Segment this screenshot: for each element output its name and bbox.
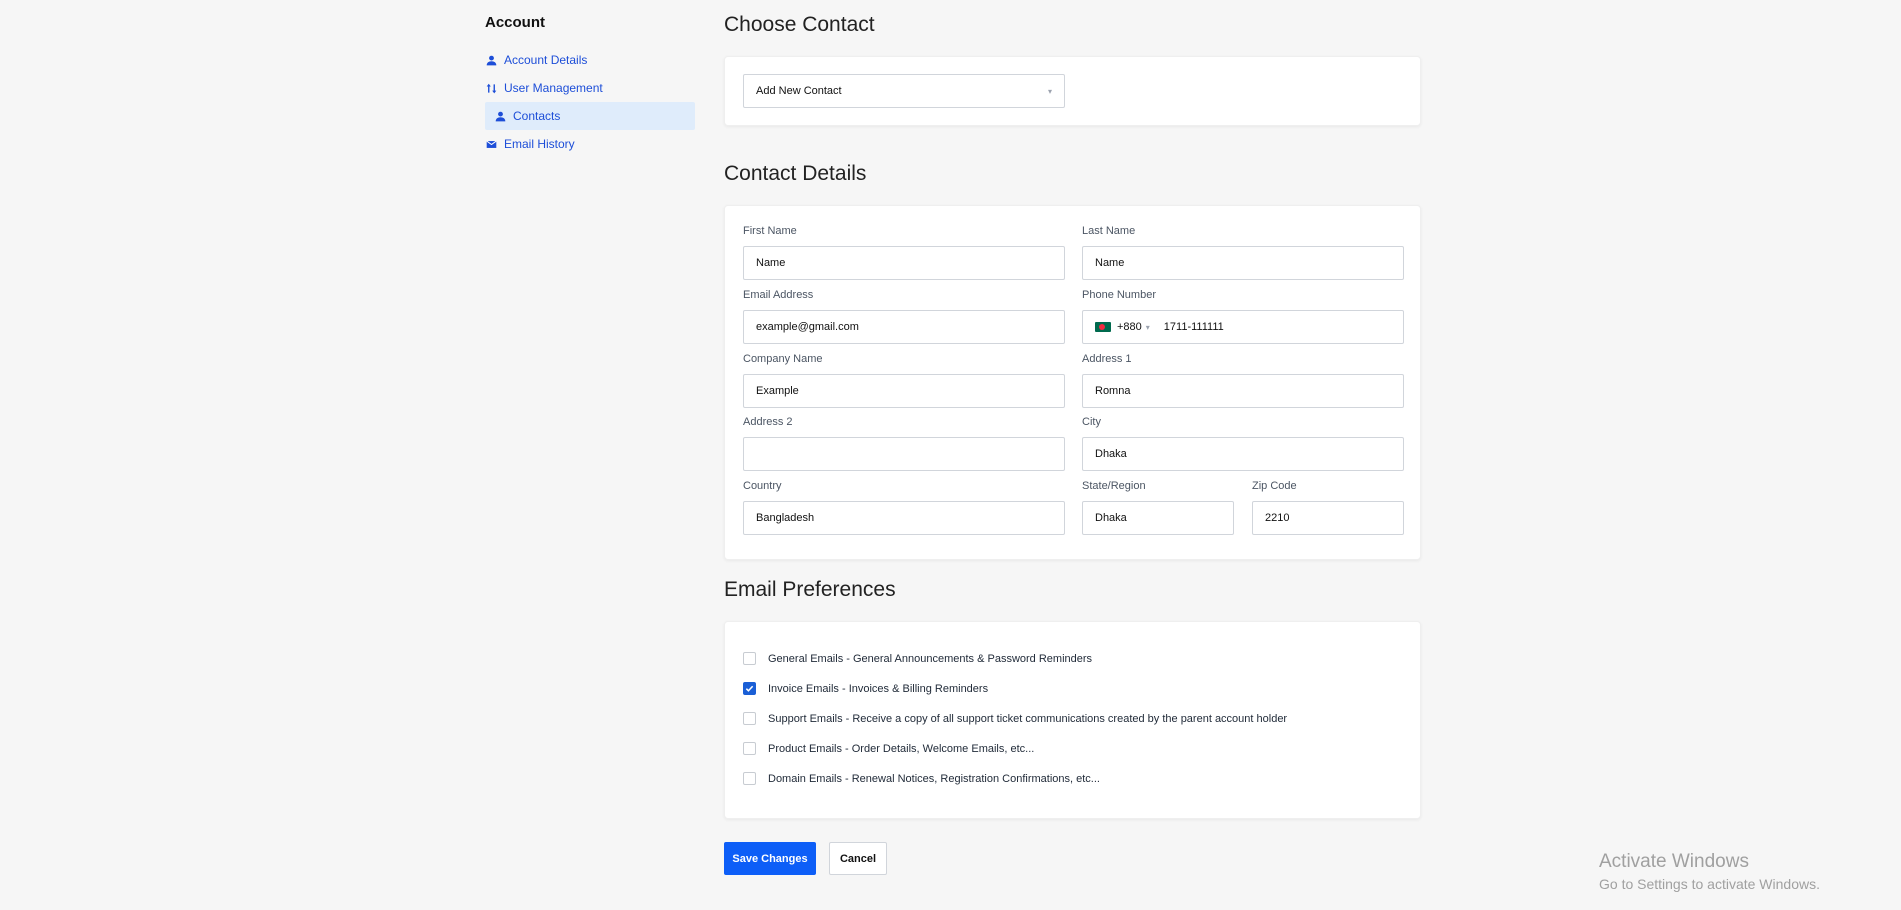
sidebar-item-label: Email History [504, 137, 575, 151]
product-emails-checkbox[interactable] [743, 742, 756, 755]
phone-group: Phone Number +880 ▾ 1711-111111 [1082, 289, 1404, 344]
pref-product[interactable]: Product Emails - Order Details, Welcome … [743, 742, 1034, 755]
city-label: City [1082, 416, 1101, 428]
email-field[interactable]: example@gmail.com [743, 310, 1065, 344]
sidebar-item-account-details[interactable]: Account Details [485, 46, 695, 74]
save-changes-button[interactable]: Save Changes [724, 842, 816, 875]
company-group: Company Name Example [743, 353, 1065, 408]
email-preferences-card: General Emails - General Announcements &… [724, 621, 1421, 819]
address2-field[interactable] [743, 437, 1065, 471]
company-field[interactable]: Example [743, 374, 1065, 408]
contact-details-card: First Name Name Last Name Name Email Add… [724, 205, 1421, 560]
choose-contact-title: Choose Contact [724, 13, 875, 36]
address1-group: Address 1 Romna [1082, 353, 1404, 408]
phone-number-value[interactable]: 1711-111111 [1164, 321, 1224, 333]
phone-country-code[interactable]: +880 [1117, 321, 1142, 333]
domain-emails-checkbox[interactable] [743, 772, 756, 785]
watermark-title: Activate Windows [1599, 851, 1749, 872]
zip-group: Zip Code 2210 [1252, 480, 1404, 535]
pref-label: General Emails - General Announcements &… [768, 652, 1093, 665]
city-group: City Dhaka [1082, 416, 1404, 471]
sidebar-item-contacts[interactable]: Contacts [485, 102, 695, 130]
city-field[interactable]: Dhaka [1082, 437, 1404, 471]
user-icon [494, 110, 506, 122]
envelope-icon [485, 138, 497, 150]
pref-support[interactable]: Support Emails - Receive a copy of all s… [743, 712, 1287, 725]
address1-field[interactable]: Romna [1082, 374, 1404, 408]
state-group: State/Region Dhaka [1082, 480, 1234, 535]
swap-icon [485, 82, 497, 94]
general-emails-checkbox[interactable] [743, 652, 756, 665]
watermark-subtitle: Go to Settings to activate Windows. [1599, 876, 1820, 892]
country-label: Country [743, 480, 782, 492]
phone-label: Phone Number [1082, 289, 1156, 301]
sidebar-item-email-history[interactable]: Email History [485, 130, 695, 158]
chevron-down-icon: ▾ [1047, 86, 1052, 96]
first-name-label: First Name [743, 225, 797, 237]
sidebar-title: Account [485, 14, 545, 31]
contact-select[interactable]: Add New Contact ▾ [743, 74, 1065, 108]
user-icon [485, 54, 497, 66]
bangladesh-flag-icon[interactable] [1095, 322, 1111, 332]
zip-label: Zip Code [1252, 480, 1297, 492]
email-label: Email Address [743, 289, 814, 301]
support-emails-checkbox[interactable] [743, 712, 756, 725]
sidebar-item-label: Contacts [513, 109, 561, 123]
phone-field[interactable]: +880 ▾ 1711-111111 [1082, 310, 1404, 344]
last-name-field[interactable]: Name [1082, 246, 1404, 280]
last-name-group: Last Name Name [1082, 225, 1404, 280]
state-field[interactable]: Dhaka [1082, 501, 1234, 535]
sidebar-item-user-management[interactable]: User Management [485, 74, 695, 102]
company-label: Company Name [743, 353, 823, 365]
choose-contact-card: Add New Contact ▾ [724, 56, 1421, 126]
activate-windows-watermark: Activate Windows Go to Settings to activ… [1599, 851, 1820, 892]
first-name-group: First Name Name [743, 225, 1065, 280]
pref-invoice[interactable]: Invoice Emails - Invoices & Billing Remi… [743, 682, 988, 695]
account-sidebar: Account Account Details User Management … [485, 10, 695, 158]
email-group: Email Address example@gmail.com [743, 289, 1065, 344]
contact-select-value: Add New Contact [756, 85, 842, 97]
checkmark-icon [745, 685, 754, 692]
sidebar-item-label: User Management [504, 81, 603, 95]
pref-label: Invoice Emails - Invoices & Billing Remi… [768, 682, 989, 695]
state-label: State/Region [1082, 480, 1146, 492]
chevron-down-icon[interactable]: ▾ [1146, 323, 1150, 332]
pref-label: Domain Emails - Renewal Notices, Registr… [768, 772, 1100, 785]
sidebar-item-label: Account Details [504, 53, 588, 67]
pref-label: Product Emails - Order Details, Welcome … [768, 742, 1035, 755]
cancel-button[interactable]: Cancel [829, 842, 887, 875]
pref-label: Support Emails - Receive a copy of all s… [768, 712, 1288, 725]
country-group: Country Bangladesh [743, 480, 1065, 535]
address2-group: Address 2 [743, 416, 1065, 471]
contact-details-title: Contact Details [724, 162, 867, 185]
last-name-label: Last Name [1082, 225, 1136, 237]
pref-domain[interactable]: Domain Emails - Renewal Notices, Registr… [743, 772, 1100, 785]
address2-label: Address 2 [743, 416, 793, 428]
zip-field[interactable]: 2210 [1252, 501, 1404, 535]
country-field[interactable]: Bangladesh [743, 501, 1065, 535]
address1-label: Address 1 [1082, 353, 1132, 365]
first-name-field[interactable]: Name [743, 246, 1065, 280]
invoice-emails-checkbox[interactable] [743, 682, 756, 695]
pref-general[interactable]: General Emails - General Announcements &… [743, 652, 1092, 665]
email-preferences-title: Email Preferences [724, 578, 896, 601]
